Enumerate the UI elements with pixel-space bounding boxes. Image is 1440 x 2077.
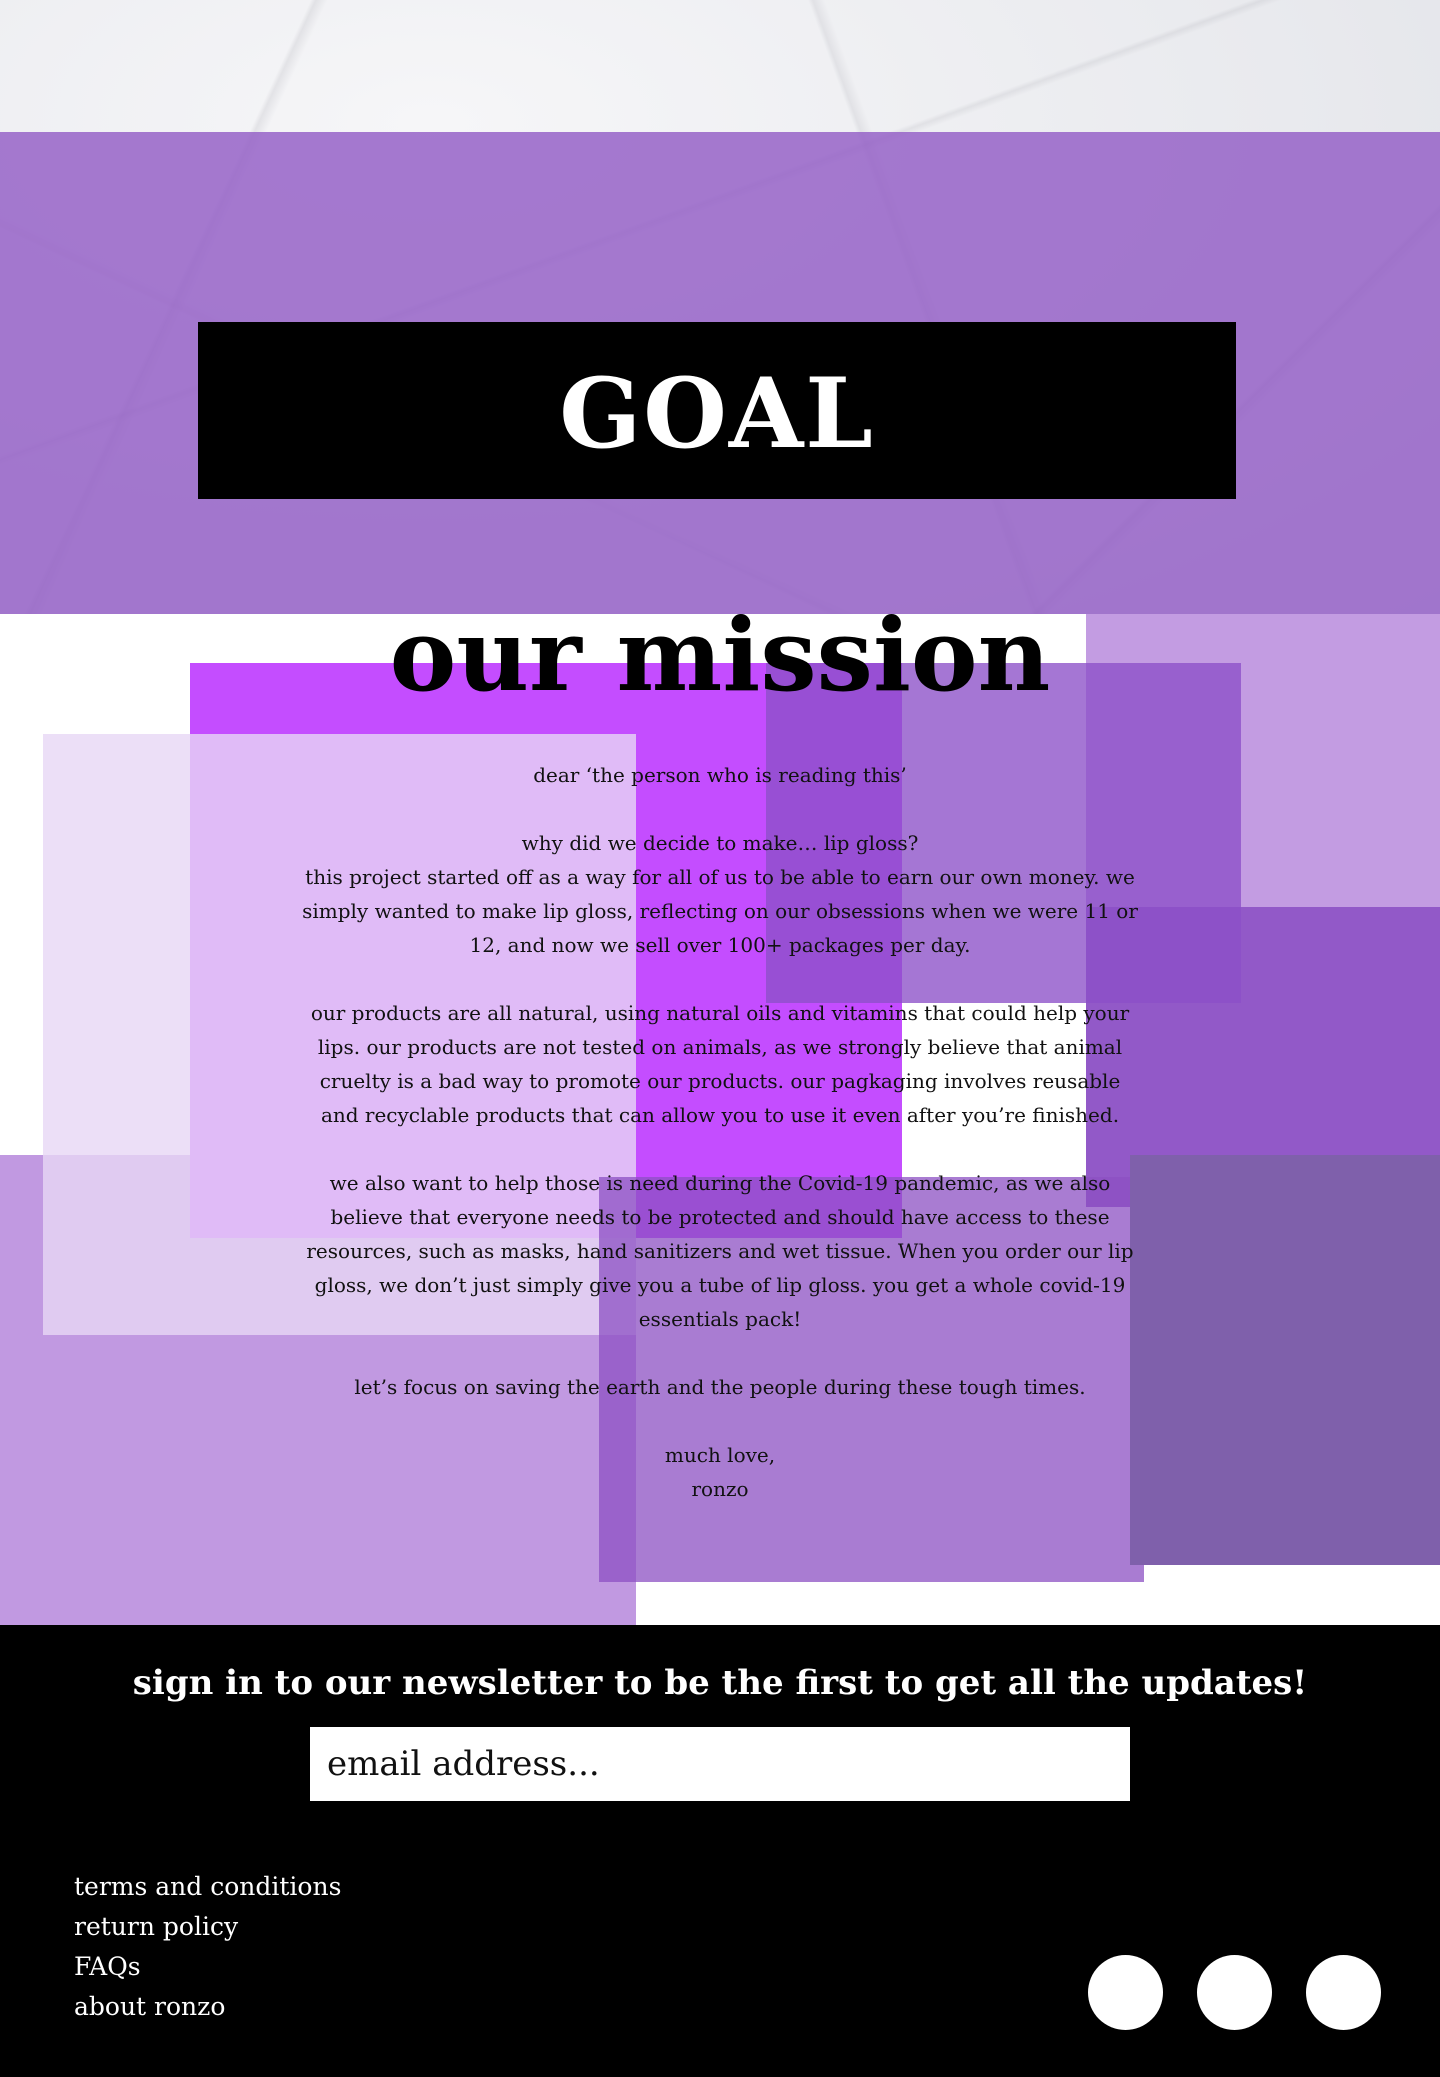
social-icon-2[interactable] [1197, 1955, 1272, 2030]
decorative-block [1130, 1155, 1440, 1565]
letter-signature: ronzo [691, 1477, 749, 1501]
letter-paragraph-1: this project started off as a way for al… [302, 865, 1138, 957]
footer-link-return-policy[interactable]: return policy [74, 1907, 341, 1947]
mission-section: our mission dear ‘the person who is read… [0, 614, 1440, 1625]
email-input[interactable] [310, 1727, 1130, 1801]
hero-section: GOAL [0, 0, 1440, 614]
goal-banner: GOAL [198, 322, 1236, 499]
footer: sign in to our newsletter to be the firs… [0, 1625, 1440, 2077]
letter-signoff: much love, [664, 1443, 776, 1467]
footer-links: terms and conditions return policy FAQs … [74, 1867, 341, 2027]
letter-question: why did we decide to make… lip gloss? [521, 831, 919, 855]
mission-letter: dear ‘the person who is reading this’ wh… [300, 758, 1140, 1506]
footer-link-about[interactable]: about ronzo [74, 1987, 341, 2027]
footer-link-faqs[interactable]: FAQs [74, 1947, 341, 1987]
letter-greeting: dear ‘the person who is reading this’ [533, 763, 907, 787]
newsletter-heading: sign in to our newsletter to be the firs… [132, 1663, 1308, 1703]
goal-title: GOAL [559, 356, 875, 470]
letter-paragraph-3: we also want to help those is need durin… [306, 1171, 1134, 1331]
letter-paragraph-4: let’s focus on saving the earth and the … [354, 1375, 1086, 1399]
letter-paragraph-2: our products are all natural, using natu… [310, 1001, 1130, 1127]
social-icon-3[interactable] [1306, 1955, 1381, 2030]
footer-link-terms[interactable]: terms and conditions [74, 1867, 341, 1907]
mission-title: our mission [389, 614, 1051, 714]
social-icon-1[interactable] [1088, 1955, 1163, 2030]
